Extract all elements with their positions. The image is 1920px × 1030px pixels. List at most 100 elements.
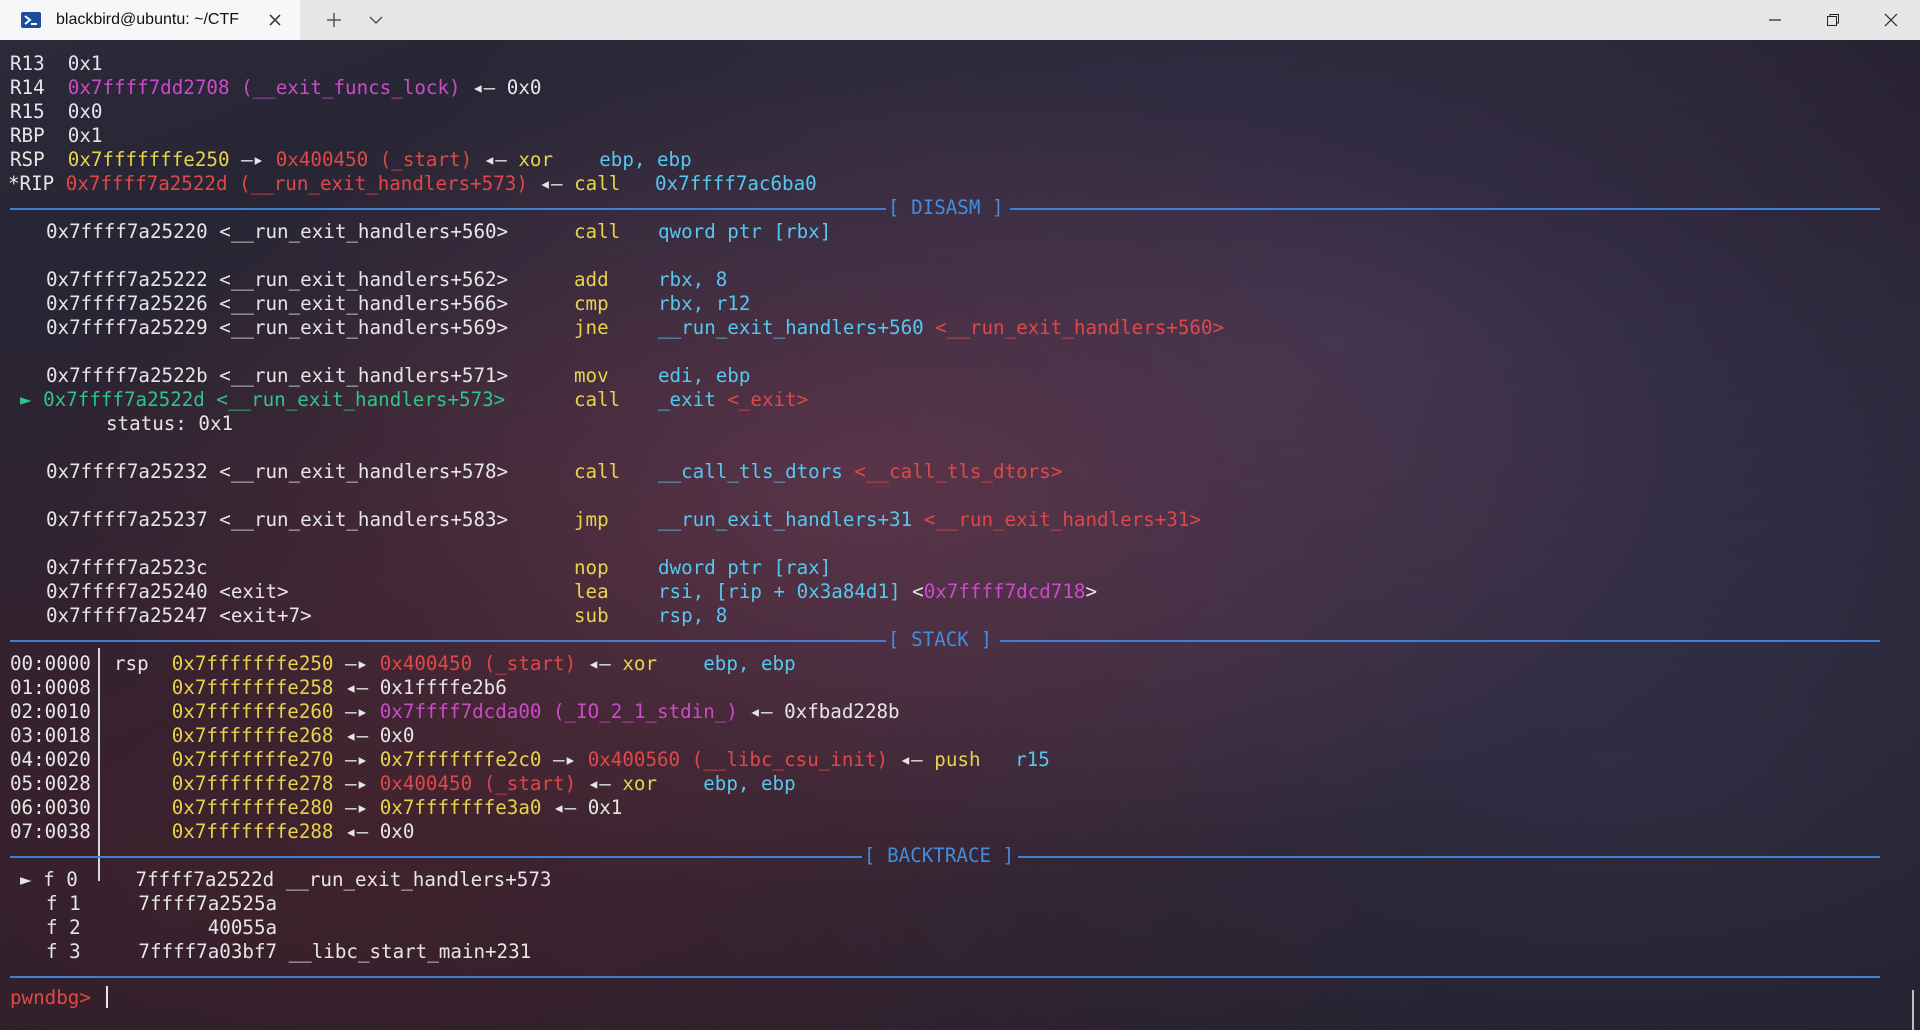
stack-register: rsp [113,652,149,675]
stack-tail: 0xfbad228b [784,700,900,723]
stack-arrow: ◂— [345,676,369,699]
disasm-target: 0x7ffff7dcd718 [923,580,1086,603]
maximize-button[interactable] [1804,0,1862,40]
disasm-current-line: ► 0x7ffff7a2522d <__run_exit_handlers+57… [20,388,505,412]
stack-address: 0x7fffffffe268 [171,724,334,747]
stack-arrow: —▸ [553,748,577,771]
register-rbp: RBP 0x1 [10,124,102,148]
disasm-separator: [ DISASM ] [10,196,1880,220]
disasm-instr: cmp [574,292,609,316]
disasm-instr: nop [574,556,609,580]
disasm-operands: rbx, 8 [658,268,728,291]
disasm-line: 0x7ffff7a25237 <__run_exit_handlers+583> [46,508,508,532]
stack-value: 0x0 [379,820,415,843]
title-drag-area[interactable] [396,0,1746,40]
frame-address: 7ffff7a03bf7 [138,940,278,963]
backtrace-frame: f 3 7ffff7a03bf7 __libc_start_main+231 [46,940,531,964]
stack-value: 0x400450 [379,652,473,675]
disasm-line: 0x7ffff7a2522b <__run_exit_handlers+571> [46,364,508,388]
disasm-operands: __run_exit_handlers+560 [658,316,924,339]
register-r13: R13 0x1 [10,52,102,76]
stack-arrow: ◂— [587,652,611,675]
terminal-tab[interactable]: blackbird@ubuntu: ~/CTF [0,0,300,40]
disasm-args: rsi, [rip + 0x3a84d1] <0x7ffff7dcd718> [658,580,1097,603]
tab-dropdown-button[interactable] [356,0,396,40]
frame-index: f 0 [43,868,78,891]
register-value: 0x7fffffffe250 [67,148,230,171]
disasm-label: [ DISASM ] [888,196,1004,219]
disasm-addr: 0x7ffff7a25226 [46,292,208,315]
stack-row: 06:0030 0x7fffffffe280 —▸ 0x7fffffffe3a0… [10,796,622,820]
stack-offset: 04:0020 [10,748,91,771]
disasm-sym: <__run_exit_handlers+569> [219,316,509,339]
close-window-button[interactable] [1862,0,1920,40]
stack-op: xor [622,772,658,795]
stack-symbol: (_start) [483,652,577,675]
disasm-instr: jmp [574,508,609,532]
command-prompt[interactable]: pwndbg> [10,986,91,1010]
stack-label: [ STACK ] [888,628,992,651]
stack-address: 0x7fffffffe270 [171,748,334,771]
stack-separator: [ STACK ] [10,628,1880,652]
disasm-line: 0x7ffff7a25240 <exit> [46,580,289,604]
disasm-instr: call [574,388,620,412]
minimize-button[interactable] [1746,0,1804,40]
current-instruction-marker: ► [20,388,32,411]
register-name: RBP [10,124,45,147]
disasm-addr: 0x7ffff7a25232 [46,460,208,483]
disasm-sym: <__run_exit_handlers+583> [219,508,509,531]
disasm-line: 0x7ffff7a25247 <exit+7> [46,604,312,628]
disasm-sym: <exit+7> [219,604,312,627]
terminal-output[interactable]: R13 0x1 R14 0x7ffff7dd2708 (__exit_funcs… [0,40,1920,1030]
stack-op: push [934,748,981,771]
stack-symbol: (_start) [483,772,577,795]
disasm-args: _exit <_exit> [658,388,808,412]
register-op: xor [518,148,554,171]
stack-address: 0x7fffffffe250 [171,652,334,675]
disasm-op: cmp [574,292,609,315]
stack-offset: 01:0008 [10,676,91,699]
disasm-sym: <__run_exit_handlers+566> [219,292,509,315]
text-cursor [106,986,108,1008]
disasm-args: rbx, 8 [658,268,727,292]
stack-row: 00:0000 rsp 0x7fffffffe250 —▸ 0x400450 (… [10,652,796,676]
disasm-sym: <__run_exit_handlers+571> [219,364,509,387]
stack-address: 0x7fffffffe278 [171,772,334,795]
register-r14: R14 0x7ffff7dd2708 (__exit_funcs_lock) ◂… [10,76,542,99]
disasm-instr: lea [574,580,609,604]
chevron-down-icon [369,16,383,25]
stack-arrow: ◂— [899,748,923,771]
backtrace-separator: [ BACKTRACE ] [10,844,1880,868]
new-tab-button[interactable] [312,0,356,40]
maximize-icon [1827,14,1839,26]
frame-index: f 2 [46,916,81,939]
stack-value: 0x7fffffffe2c0 [379,748,542,771]
close-icon[interactable] [264,9,286,31]
stack-value: 0x400560 [587,748,681,771]
disasm-instr: call [574,460,620,484]
stack-arrow: —▸ [345,772,369,795]
disasm-op: jne [574,316,609,339]
frame-marker: ► [20,868,32,891]
disasm-op: jmp [574,508,609,531]
scrollbar[interactable] [1912,990,1914,1030]
disasm-operands: dword ptr [rax] [658,556,832,579]
register-deref: 0x0 [506,76,542,99]
disasm-op: mov [574,364,609,387]
register-value: 0x1 [67,52,103,75]
stack-value: 0x7fffffffe3a0 [379,796,542,819]
disasm-args: qword ptr [rbx] [658,220,831,244]
disasm-sym: <__run_exit_handlers+573> [216,388,506,411]
bottom-separator [10,964,1880,988]
frame-address: 7ffff7a2525a [138,892,278,915]
terminal-icon [21,12,41,28]
stack-arrow: —▸ [345,652,369,675]
register-name: R14 [10,76,45,99]
disasm-sym: <exit> [219,580,289,603]
stack-row: 05:0028 0x7fffffffe278 —▸ 0x400450 (_sta… [10,772,796,796]
disasm-instr: add [574,268,609,292]
frame-index: f 1 [46,892,81,915]
stack-value: 0x400450 [379,772,473,795]
call-status: status: 0x1 [106,412,233,436]
register-args: ebp, ebp [599,148,692,171]
